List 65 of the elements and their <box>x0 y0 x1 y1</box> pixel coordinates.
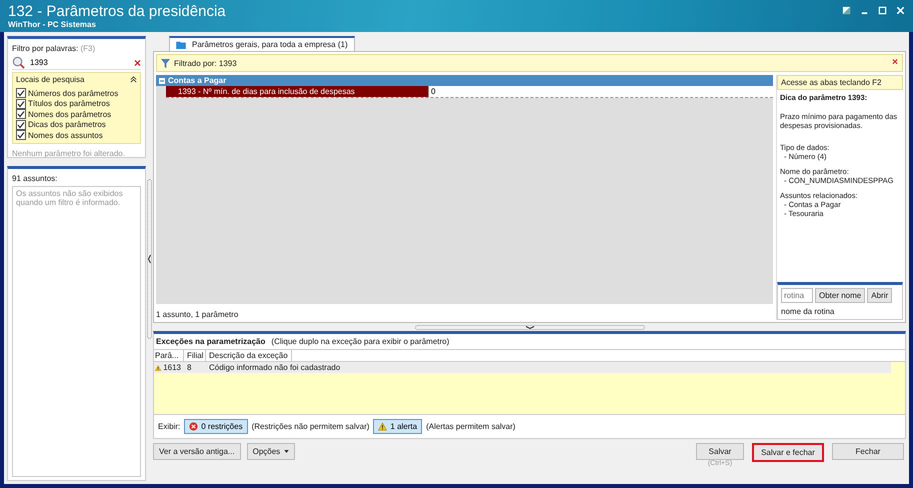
checkbox-label: Números dos parâmetros <box>28 88 118 98</box>
search-icon <box>12 56 25 69</box>
filter-label: Filtro por palavras: <box>12 44 78 53</box>
checkbox[interactable] <box>16 88 26 98</box>
hint-banner: Acesse as abas teclando F2 <box>777 75 903 90</box>
section-title: Locais de pesquisa <box>16 75 84 84</box>
checkbox-label: Títulos dos parâmetros <box>28 99 110 108</box>
close-icon[interactable] <box>896 6 905 15</box>
caret-icon <box>284 450 290 453</box>
old-version-button[interactable]: Ver a versão antiga... <box>153 443 241 460</box>
window-title: 132 - Parâmetros da presidência <box>8 3 226 20</box>
checkbox[interactable] <box>16 109 26 120</box>
open-button[interactable]: Abrir <box>867 288 892 303</box>
funnel-icon <box>161 58 170 68</box>
table-cell: Código informado não foi cadastrado <box>209 363 340 372</box>
window-subtitle: WinThor - PC Sistemas <box>8 20 97 29</box>
table-cell: 8 <box>187 363 192 372</box>
column-header[interactable]: Descrição da exceção <box>206 350 292 361</box>
column-header[interactable]: Parâ... <box>154 350 184 361</box>
tab-label: Parâmetros gerais, para toda a empresa (1) <box>192 40 348 49</box>
collapse-icon[interactable] <box>130 76 137 83</box>
checkbox-label: Nomes dos assuntos <box>28 130 103 140</box>
value-field[interactable]: 0 <box>428 86 773 97</box>
error-icon <box>189 422 198 431</box>
checkbox-label: Nomes dos parâmetros <box>28 110 112 119</box>
footer-button[interactable]: Fechar <box>832 443 904 460</box>
get-name-button[interactable]: Obter nome <box>815 288 866 303</box>
table-row[interactable]: 1613 8 Código informado não foi cadastrado <box>154 362 891 373</box>
clear-filter-button[interactable]: × <box>892 57 898 69</box>
warning-icon <box>378 422 388 431</box>
splitter-handle[interactable] <box>414 324 644 330</box>
folder-icon <box>176 40 186 48</box>
subjects-count: 91 assuntos: <box>12 174 58 183</box>
tab[interactable]: Parâmetros gerais, para toda a empresa (1) <box>169 36 355 51</box>
status-note: Nenhum parâmetro foi alterado. <box>12 148 126 158</box>
checkbox-label: Dicas dos parâmetros <box>28 120 106 130</box>
filter-toggle[interactable]: 0 restrições <box>184 419 248 434</box>
routine-field[interactable]: rotina <box>781 288 813 303</box>
routine-name: nome da rotina <box>781 307 836 316</box>
parameter-name[interactable]: 1393 - Nº mín. de dias para inclusão de despesas <box>166 86 428 97</box>
restore-icon[interactable] <box>842 6 851 15</box>
checkbox[interactable] <box>16 120 26 130</box>
section-title: Exceções na parametrização <box>156 337 266 346</box>
filter-text: Filtrado por: 1393 <box>174 58 238 68</box>
maximize-icon[interactable] <box>878 6 887 15</box>
toggle-note: (Restrições não permitem salvar) <box>252 422 370 431</box>
toggle-note: (Alertas permitem salvar) <box>426 422 516 431</box>
shortcut-hint: (F3) <box>80 44 96 53</box>
group-title: Contas a Pagar <box>168 76 226 85</box>
filter-toggle[interactable]: 1 alerta <box>373 419 422 434</box>
section-hint: (Clique duplo na exceção para exibir o parâmetro) <box>271 337 450 346</box>
group-header[interactable]: Contas a Pagar <box>156 75 773 86</box>
splitter-handle[interactable] <box>147 178 152 338</box>
clear-button[interactable]: × <box>134 56 141 68</box>
empty-message: Os assuntos não são exibidos quando um filtro é informado. <box>16 189 123 207</box>
warning-icon <box>155 364 162 372</box>
column-header[interactable]: Filial <box>184 350 206 361</box>
checkbox[interactable] <box>16 130 26 140</box>
table-cell: 1613 <box>163 363 181 372</box>
footer-button[interactable]: Salvar <box>696 443 744 460</box>
show-label: Exibir: <box>158 422 180 431</box>
footer-button[interactable]: Salvar e fechar <box>752 443 824 462</box>
options-dropdown[interactable]: Opções <box>246 443 296 460</box>
grid-status: 1 assunto, 1 parâmetro <box>156 309 240 320</box>
checkbox[interactable] <box>16 98 26 109</box>
